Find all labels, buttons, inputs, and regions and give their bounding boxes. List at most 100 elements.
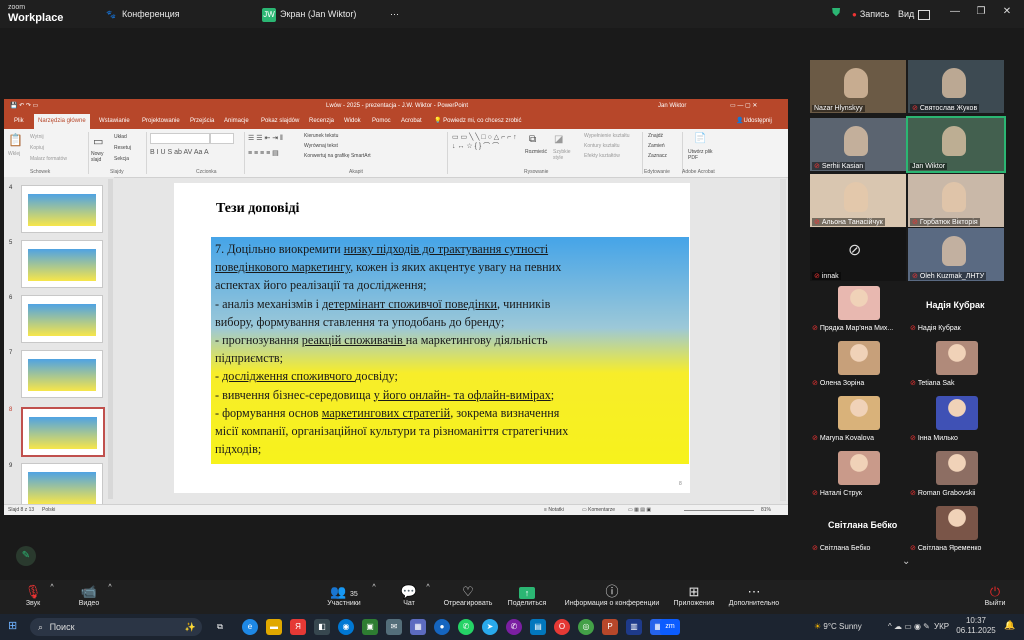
slide-thumbnail-selected[interactable]	[21, 407, 105, 457]
windows-start-icon[interactable]: ⊞	[8, 619, 22, 633]
slide-scrollbar[interactable]	[780, 179, 786, 501]
paste-icon[interactable]: 📋	[8, 133, 23, 147]
participant-tile[interactable]: ⊘ Горбатюк Вікторія	[908, 174, 1004, 227]
participant-tile[interactable]: ⊘ Oleh Kuzmak_ЛНТУ	[908, 228, 1004, 281]
participant-tile[interactable]: Nazar Hlynskyy	[810, 60, 906, 113]
taskbar-search[interactable]: ⌕ Поиск ✨	[30, 618, 202, 636]
arrange-icon[interactable]: ⧉	[529, 134, 536, 145]
app-icon[interactable]: ▣	[362, 619, 378, 635]
participant-tile[interactable]: ⊘ Альона Танасійчук	[810, 174, 906, 227]
audio-options-chevron-icon[interactable]: ^	[48, 584, 56, 591]
language-status[interactable]: Polski	[42, 505, 55, 515]
zoom-app-icon[interactable]: zm	[660, 619, 680, 635]
menu-animations[interactable]: Animacje	[224, 114, 249, 129]
quick-styles-icon[interactable]: ◪	[554, 134, 563, 145]
weather-widget[interactable]: ☀ 9°C Sunny	[814, 622, 862, 631]
font-size-select[interactable]	[210, 133, 234, 144]
thumb-scrollbar[interactable]	[108, 179, 113, 499]
clock[interactable]: 10:37 06.11.2025	[956, 616, 996, 636]
app-icon[interactable]: ●	[434, 619, 450, 635]
menu-view[interactable]: Widok	[344, 114, 361, 129]
browser-icon[interactable]: ◉	[338, 619, 354, 635]
slide-thumbnail[interactable]	[21, 350, 103, 398]
quick-styles-button[interactable]: Szybkie style	[553, 149, 573, 161]
slide-thumbnail[interactable]	[21, 295, 103, 343]
participant-tile[interactable]: Jan Wiktor	[906, 116, 1006, 173]
participant-tile[interactable]: ⊘ ⊘ innak	[810, 228, 906, 281]
slide-thumbnail[interactable]	[21, 185, 103, 233]
app-icon[interactable]: ▥	[626, 619, 642, 635]
meeting-info-button[interactable]: ⓘ Информация о конференции	[562, 584, 662, 607]
menu-acrobat[interactable]: Acrobat	[401, 114, 422, 129]
store-icon[interactable]: ◧	[314, 619, 330, 635]
notes-button[interactable]: ≡ Notatki	[544, 505, 564, 515]
participant-avatar[interactable]	[936, 396, 978, 430]
app-icon[interactable]: ▦	[410, 619, 426, 635]
menu-plik[interactable]: Plik	[14, 114, 24, 129]
apps-button[interactable]: ⊞ Приложения	[670, 584, 718, 607]
tray-icons[interactable]: ^ ☁ ▭ ◉ ✎	[888, 622, 930, 631]
comments-button[interactable]: ▭ Komentarze	[582, 505, 615, 515]
video-button[interactable]: 📹 Видео	[74, 584, 104, 607]
powerpoint-icon[interactable]: P	[602, 619, 618, 635]
slide-thumbnail[interactable]	[21, 463, 103, 505]
align-buttons[interactable]: ≡ ≡ ≡ ≡ ▤	[248, 149, 279, 157]
notifications-icon[interactable]: 🔔	[1004, 620, 1015, 631]
menu-transitions[interactable]: Przejścia	[190, 114, 214, 129]
participant-tile[interactable]: ⊘ Serhii Kasian	[810, 118, 906, 171]
menu-design[interactable]: Projektowanie	[142, 114, 180, 129]
slide-text-box[interactable]: 7. Доцільно виокремити низку підходів до…	[211, 237, 689, 464]
paste-label[interactable]: Wklej	[8, 151, 20, 157]
share-screen-button[interactable]: ↑ Поделиться	[504, 584, 550, 607]
viber-icon[interactable]: ✆	[506, 619, 522, 635]
chat-button[interactable]: 💬 Чат	[398, 584, 420, 607]
slide-thumbnail-pane[interactable]: 4 5 6 7 8 9	[4, 177, 114, 505]
menu-insert[interactable]: Wstawianie	[99, 114, 130, 129]
menu-help[interactable]: Pomoc	[372, 114, 391, 129]
participant-tile[interactable]: ⊘ Святослав Жуков	[908, 60, 1004, 113]
share-ppt-button[interactable]: 👤Udostępnij	[736, 114, 772, 129]
new-slide-icon[interactable]: ▭	[93, 135, 103, 148]
close-icon[interactable]: ✕	[998, 6, 1016, 17]
edge-icon[interactable]: e	[242, 619, 258, 635]
participant-avatar[interactable]	[936, 341, 978, 375]
menu-slideshow[interactable]: Pokaz slajdów	[261, 114, 299, 129]
react-button[interactable]: ♡ Отреагировать	[440, 584, 496, 607]
find-button[interactable]: Znajdź	[648, 133, 663, 139]
layout-button[interactable]: Układ	[114, 134, 127, 140]
participant-avatar[interactable]	[936, 506, 978, 540]
pdf-icon[interactable]: 📄	[694, 133, 706, 144]
font-format-buttons[interactable]: B I U S ab AV Aa A	[150, 149, 209, 156]
copy-button[interactable]: Kopiuj	[30, 145, 44, 151]
yandex-icon[interactable]: Я	[290, 619, 306, 635]
participants-options-chevron-icon[interactable]: ^	[370, 584, 378, 591]
opera-icon[interactable]: O	[554, 619, 570, 635]
video-options-chevron-icon[interactable]: ^	[106, 584, 114, 591]
chrome-icon[interactable]: ◎	[578, 619, 594, 635]
app-icon[interactable]: ✉	[386, 619, 402, 635]
reset-button[interactable]: Resetuj	[114, 145, 131, 151]
tab-screen-share[interactable]: JW Экран (Jan Wiktor)	[262, 7, 356, 22]
leave-button[interactable]: ⏻ Выйти	[982, 584, 1008, 607]
smartart-button[interactable]: Konwertuj na grafikę SmartArt	[304, 153, 371, 159]
shape-effects-button[interactable]: Efekty kształtów	[584, 153, 620, 159]
arrange-button[interactable]: Rozmieść	[525, 149, 547, 155]
slide-canvas[interactable]: Тези доповіді 7. Доцільно виокремити низ…	[174, 183, 690, 493]
select-button[interactable]: Zaznacz	[648, 153, 667, 159]
align-text-button[interactable]: Wyrównaj tekst	[304, 143, 338, 149]
shapes-gallery[interactable]: ▭ ▭ ╲ ╲ □ ○ △ ⌐ ⌐ ↑ ↓ ↔ ☆ { } ⌒ ⌒	[452, 133, 522, 151]
participant-avatar[interactable]	[936, 451, 978, 485]
ppt-window-controls[interactable]: ▭ — ▢ ✕	[730, 99, 757, 114]
menu-home[interactable]: Narzędzia główne	[34, 114, 90, 129]
participant-avatar[interactable]	[838, 451, 880, 485]
menu-review[interactable]: Recenzja	[309, 114, 334, 129]
format-painter-button[interactable]: Malarz formatów	[30, 156, 67, 162]
annotate-pen-icon[interactable]: ✎	[16, 546, 36, 566]
shape-fill-button[interactable]: Wypełnienie kształtu	[584, 133, 630, 139]
new-slide-button[interactable]: Nowy slajd	[91, 151, 109, 163]
font-name-select[interactable]	[150, 133, 210, 144]
audio-button[interactable]: 🎙 Звук	[20, 584, 46, 607]
shield-icon[interactable]: ⛊	[832, 7, 844, 20]
more-button[interactable]: ⋯ Дополнительно	[726, 584, 782, 607]
app-icon[interactable]: ▤	[530, 619, 546, 635]
